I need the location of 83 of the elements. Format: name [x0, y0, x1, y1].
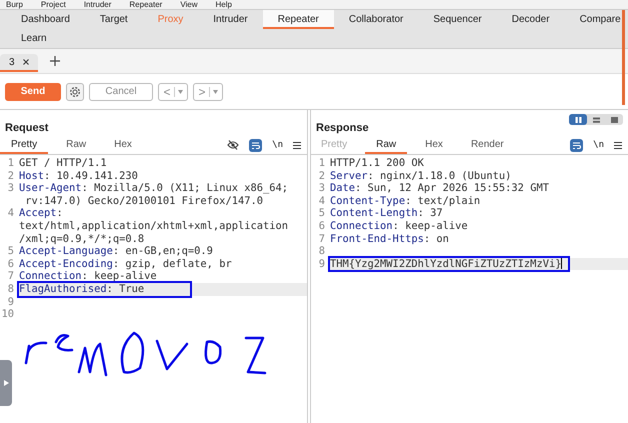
code-line: Accept-Language: en-GB,en;q=0.9 [19, 245, 213, 258]
side-handle[interactable] [0, 360, 12, 406]
caret-icon [212, 90, 218, 94]
session-tab[interactable]: 3 [0, 54, 38, 72]
menu-item[interactable]: Repeater [129, 0, 162, 9]
line-number: 3 [6, 182, 15, 195]
menu-item[interactable]: Burp [6, 0, 23, 9]
code-line: text/html,application/xhtml+xml,application [19, 220, 288, 233]
editor-tab[interactable]: Hex [104, 136, 142, 154]
tool-tab[interactable]: Intruder [198, 10, 263, 29]
tool-tab[interactable]: Decoder [496, 10, 565, 29]
menu-item[interactable]: Project [40, 0, 66, 9]
code-line: HTTP/1.1 200 OK [330, 157, 424, 170]
square-icon [610, 116, 618, 122]
code-line: Date: Sun, 12 Apr 2026 15:55:32 GMT [330, 182, 549, 195]
code-line: Content-Length: 37 [330, 207, 443, 220]
tool-tab[interactable]: Compare [564, 10, 628, 29]
line-number: 6 [6, 258, 15, 270]
line-number: 4 [6, 207, 15, 220]
highlighted-code-line: FlagAuthorised: True [19, 282, 190, 296]
highlighted-code-line: THM{Yzg2MWI2ZDhlYzdlNGFiZTUzZTIzMzVi} [330, 258, 568, 270]
editor-tab[interactable]: Render [460, 136, 514, 154]
code-line: rv:147.0) Gecko/20100101 Firefox/147.0 [24, 194, 263, 208]
settings-button[interactable] [66, 82, 84, 100]
code-line: Server: nginx/1.18.0 (Ubuntu) [330, 170, 512, 182]
menu-item[interactable]: View [180, 0, 198, 9]
tool-tab[interactable]: Collaborator [334, 10, 418, 29]
menu-item[interactable]: Intruder [84, 0, 112, 9]
line-number: 1 [6, 157, 15, 170]
editor-tab[interactable]: Pretty [0, 136, 48, 154]
editor-tab[interactable]: Hex [415, 136, 453, 154]
back-button[interactable]: < [158, 82, 188, 100]
panel-title: Response [316, 122, 369, 134]
close-icon[interactable] [22, 59, 29, 65]
line-number: 9 [6, 296, 15, 308]
code-line: Connection: keep-alive [330, 220, 468, 233]
line-number: 8 [318, 245, 326, 258]
menu-icon[interactable] [614, 142, 622, 148]
code-line: /xml;q=0.9,*/*;q=0.8 [19, 232, 144, 246]
forward-button[interactable]: > [193, 82, 223, 100]
newline-toggle[interactable]: \n [593, 140, 604, 150]
gear-icon [69, 86, 81, 98]
line-number: 7 [318, 232, 326, 246]
editor-tab[interactable]: Raw [56, 136, 96, 154]
line-number: 10 [0, 308, 15, 321]
tool-tab[interactable]: Dashboard [6, 10, 85, 29]
tool-tab[interactable]: Target [84, 10, 143, 29]
caret-icon [178, 90, 182, 94]
menu-icon[interactable] [293, 142, 301, 148]
menu-item[interactable]: Help [216, 0, 232, 9]
newline-toggle[interactable]: \n [272, 140, 283, 150]
wrap-icon[interactable] [249, 138, 262, 152]
code-line: Connection: keep-alive [19, 270, 157, 283]
line-number: 2 [318, 170, 326, 182]
code-line: Accept-Encoding: gzip, deflate, br [19, 258, 232, 270]
eye-slash-icon[interactable] [227, 140, 240, 150]
line-number: 8 [6, 282, 15, 296]
layout-toggle[interactable] [569, 114, 587, 125]
code-line: Content-Type: text/plain [330, 194, 480, 208]
line-number: 9 [318, 258, 326, 270]
tool-tab[interactable]: Repeater [262, 10, 334, 29]
line-number: 6 [318, 220, 326, 233]
line-number: 7 [6, 270, 15, 283]
plus-icon[interactable] [50, 56, 60, 66]
code-line: Front-End-Https: on [330, 232, 449, 246]
code-line: GET / HTTP/1.1 [19, 157, 107, 170]
scrollbar[interactable] [622, 10, 625, 105]
line-number: 2 [6, 170, 15, 182]
editor-tab[interactable]: Raw [365, 136, 408, 154]
line-number: 3 [318, 182, 326, 195]
panel-title: Request [5, 122, 48, 134]
rows-icon [592, 116, 600, 122]
code-line: User-Agent: Mozilla/5.0 (X11; Linux x86_64; [19, 182, 288, 195]
line-number: 5 [318, 207, 326, 220]
line-number: 5 [6, 245, 15, 258]
wrap-icon[interactable] [570, 138, 584, 152]
code-line: Accept: [19, 207, 63, 220]
line-number: 4 [318, 194, 326, 208]
tool-tab[interactable]: Learn [6, 29, 62, 48]
line-number: 1 [318, 157, 326, 170]
code-line: Host: 10.49.141.230 [19, 170, 138, 182]
tool-tab[interactable]: Sequencer [418, 10, 497, 29]
columns-icon [574, 116, 582, 122]
